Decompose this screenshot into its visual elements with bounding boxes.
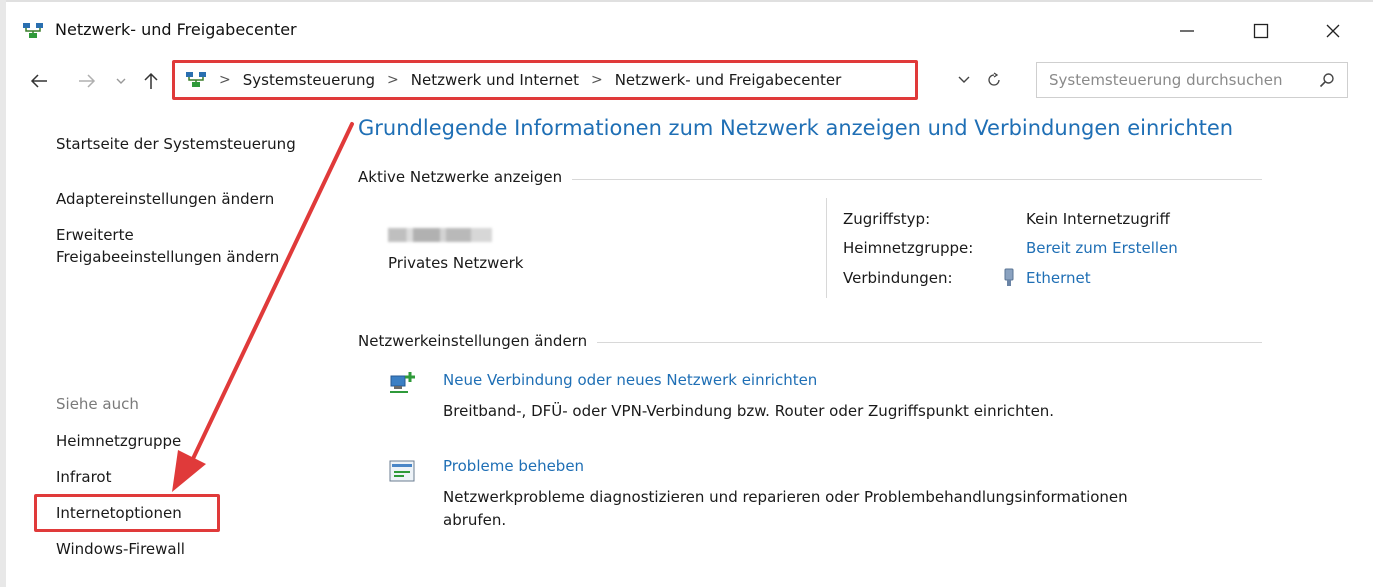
access-type-label: Zugriffstyp:: [843, 210, 931, 228]
chevron-down-icon[interactable]: [958, 76, 970, 84]
sidebar-item-internet-options[interactable]: Internetoptionen: [56, 502, 182, 524]
minimize-icon: [1180, 30, 1194, 32]
up-button[interactable]: [140, 64, 162, 98]
minimize-button[interactable]: [1164, 14, 1210, 48]
search-input[interactable]: Systemsteuerung durchsuchen: [1036, 62, 1348, 98]
access-type-value: Kein Internetzugriff: [1026, 210, 1170, 228]
search-icon: [1319, 73, 1334, 88]
troubleshoot-description: Netzwerkprobleme diagnostizieren und rep…: [443, 488, 1128, 506]
homegroup-label: Heimnetzgruppe:: [843, 239, 974, 257]
window-top-border: [0, 0, 1373, 2]
new-connection-icon: [390, 372, 415, 393]
maximize-button[interactable]: [1238, 14, 1284, 48]
see-also-heading: Siehe auch: [56, 395, 139, 413]
sidebar-item-infrared[interactable]: Infrarot: [56, 466, 111, 488]
window-title: Netzwerk- und Freigabecenter: [55, 20, 297, 39]
breadcrumb-netzwerk-und-internet[interactable]: Netzwerk und Internet: [411, 71, 579, 89]
network-center-icon: [186, 72, 206, 87]
address-bar[interactable]: > Systemsteuerung > Netzwerk und Interne…: [172, 60, 918, 100]
troubleshoot-description-cont: abrufen.: [443, 511, 507, 529]
breadcrumb-systemsteuerung[interactable]: Systemsteuerung: [243, 71, 375, 89]
new-connection-description: Breitband-, DFÜ- oder VPN-Verbindung bzw…: [443, 402, 1055, 420]
refresh-icon[interactable]: [986, 72, 1002, 88]
back-button[interactable]: [26, 64, 52, 98]
ethernet-icon: [1004, 268, 1014, 286]
address-bar-actions: [958, 66, 1018, 94]
forward-button[interactable]: [74, 64, 100, 98]
sidebar-item-windows-firewall[interactable]: Windows-Firewall: [56, 538, 185, 560]
back-arrow-icon: [30, 74, 47, 88]
connections-label: Verbindungen:: [843, 269, 953, 287]
section-title-active-networks: Aktive Netzwerke anzeigen: [358, 168, 573, 186]
ethernet-link[interactable]: Ethernet: [1026, 269, 1091, 287]
breadcrumb-separator: >: [590, 72, 603, 88]
network-center-icon: [23, 23, 43, 38]
forward-arrow-icon: [79, 74, 96, 88]
up-arrow-icon: [144, 72, 158, 89]
homegroup-link[interactable]: Bereit zum Erstellen: [1026, 239, 1178, 257]
section-title-change-settings: Netzwerkeinstellungen ändern: [358, 332, 598, 350]
breadcrumb-separator: >: [387, 72, 399, 88]
new-connection-link[interactable]: Neue Verbindung oder neues Netzwerk einr…: [443, 371, 817, 389]
network-category: Privates Netzwerk: [388, 254, 524, 272]
divider: [826, 198, 827, 298]
breadcrumb-freigabecenter[interactable]: Netzwerk- und Freigabecenter: [615, 71, 842, 89]
annotation-arrow: [172, 122, 354, 492]
recent-locations-button[interactable]: [111, 64, 131, 98]
close-icon: [1326, 24, 1340, 38]
network-name-redacted: [388, 228, 492, 242]
maximize-icon: [1253, 23, 1269, 39]
close-button[interactable]: [1310, 14, 1356, 48]
troubleshoot-icon: [389, 460, 415, 482]
search-placeholder: Systemsteuerung durchsuchen: [1049, 71, 1283, 89]
chevron-down-icon: [116, 78, 126, 84]
window-left-border: [0, 0, 6, 587]
page-title: Grundlegende Informationen zum Netzwerk …: [358, 116, 1234, 140]
breadcrumb-separator: >: [219, 72, 231, 88]
troubleshoot-link[interactable]: Probleme beheben: [443, 457, 584, 475]
